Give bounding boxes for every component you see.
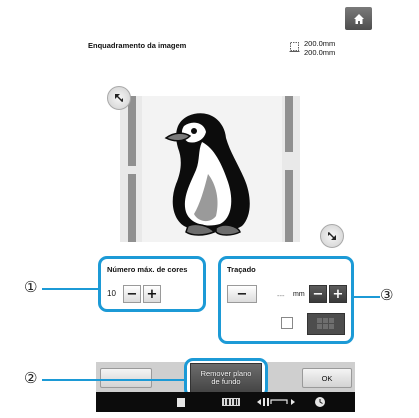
increase-outline-button[interactable]: + bbox=[329, 285, 347, 303]
ok-label: OK bbox=[321, 373, 333, 383]
callout-3: ③ bbox=[380, 286, 394, 304]
page-title: Enquadramento da imagem bbox=[88, 41, 187, 50]
callout-1: ① bbox=[24, 278, 38, 296]
image-preview[interactable] bbox=[120, 96, 300, 242]
frame-bar bbox=[128, 174, 136, 242]
frame-bar bbox=[285, 96, 293, 152]
ok-button[interactable]: OK bbox=[302, 368, 352, 388]
callout-2: ② bbox=[24, 369, 38, 387]
home-icon bbox=[353, 13, 364, 24]
outline-label: Traçado bbox=[227, 265, 256, 274]
plus-icon: + bbox=[332, 286, 344, 302]
dimensions-readout: 200.0mm 200.0mm bbox=[304, 39, 336, 57]
outline-panel: Traçado − --- mm − + bbox=[218, 256, 354, 344]
resize-handle-top-left[interactable] bbox=[107, 86, 131, 110]
outline-color-checkbox[interactable] bbox=[281, 317, 293, 329]
remove-background-button[interactable]: Remover plano de fundo bbox=[190, 363, 262, 393]
minus-icon: − bbox=[236, 286, 248, 302]
outline-unit: mm bbox=[293, 291, 305, 298]
clock-icon bbox=[315, 397, 325, 407]
barcode-icon bbox=[222, 398, 240, 406]
outline-color-button[interactable] bbox=[307, 313, 345, 335]
max-colors-value: 10 bbox=[107, 289, 116, 298]
max-colors-label: Número máx. de cores bbox=[107, 265, 188, 274]
increase-colors-button[interactable]: + bbox=[143, 285, 161, 303]
resize-arrow-icon bbox=[328, 232, 336, 240]
resize-arrow-icon bbox=[115, 94, 123, 102]
document-icon bbox=[177, 398, 185, 407]
outline-toggle-button[interactable]: − bbox=[227, 285, 257, 303]
decrease-colors-button[interactable]: − bbox=[123, 285, 141, 303]
decrease-outline-button[interactable]: − bbox=[309, 285, 327, 303]
color-grid-icon bbox=[317, 318, 334, 329]
frame-bar bbox=[128, 96, 136, 166]
height-value: 200.0mm bbox=[304, 47, 336, 57]
status-bar bbox=[96, 392, 355, 412]
minus-icon: − bbox=[312, 286, 324, 302]
frame-bar bbox=[285, 170, 293, 242]
callout-3-line bbox=[354, 296, 380, 298]
outline-value: --- bbox=[277, 291, 285, 300]
minus-icon: − bbox=[126, 286, 138, 302]
plus-icon: + bbox=[146, 286, 158, 302]
size-icon bbox=[289, 42, 300, 52]
home-button[interactable] bbox=[345, 7, 372, 30]
back-button[interactable] bbox=[100, 368, 152, 388]
resize-handle-bottom-right[interactable] bbox=[320, 224, 344, 248]
thread-tension-icon bbox=[257, 398, 295, 406]
penguin-image bbox=[164, 113, 250, 236]
callout-2-line bbox=[42, 379, 184, 381]
max-colors-panel: Número máx. de cores 10 − + bbox=[98, 256, 206, 312]
callout-1-line bbox=[42, 288, 98, 290]
remove-background-label-line2: de fundo bbox=[211, 377, 241, 386]
